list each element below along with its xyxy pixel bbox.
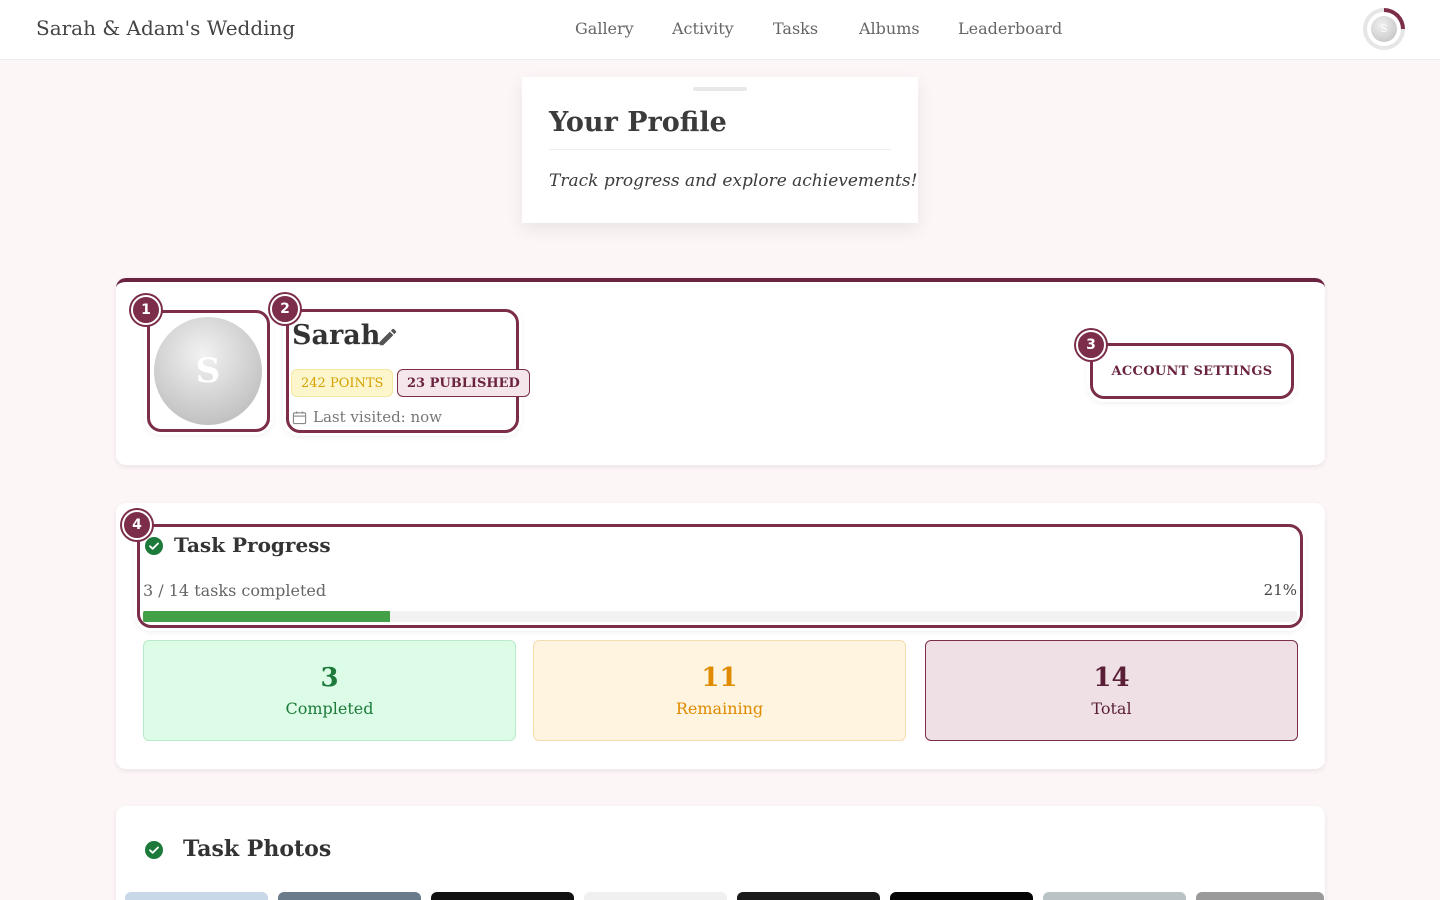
profile-heading-card: Your Profile Track progress and explore … [522, 77, 918, 223]
task-progress-title: Task Progress [174, 533, 331, 557]
stat-total-label: Total [1091, 699, 1132, 718]
published-badge: 23 PUBLISHED [397, 369, 530, 397]
photo-thumbnail[interactable] [278, 892, 421, 900]
stat-remaining: 11 Remaining [533, 640, 906, 741]
page-subtitle: Track progress and explore achievements! [549, 171, 918, 191]
last-visited-text: Last visited: now [313, 408, 443, 426]
last-visited: Last visited: now [292, 408, 442, 426]
marker-2: 2 [270, 294, 300, 324]
photo-thumbnail[interactable] [737, 892, 880, 900]
stat-completed-value: 3 [320, 663, 339, 693]
main-nav: Gallery Activity Tasks Albums Leaderboar… [0, 0, 1440, 60]
points-badge: 242 POINTS [291, 369, 394, 397]
top-navbar: Sarah & Adam's Wedding Gallery Activity … [0, 0, 1440, 60]
photo-thumbnail[interactable] [125, 892, 268, 900]
nav-tasks[interactable]: Tasks [773, 19, 818, 38]
photo-thumbnail[interactable] [1043, 892, 1186, 900]
photo-thumbnail[interactable] [1196, 892, 1324, 900]
profile-avatar[interactable]: S [154, 317, 262, 425]
calendar-icon [292, 410, 307, 424]
stat-completed-label: Completed [285, 699, 374, 718]
card-handle [693, 87, 747, 91]
marker-1: 1 [131, 295, 161, 325]
photo-thumbnail[interactable] [431, 892, 574, 900]
task-photos-title: Task Photos [183, 836, 332, 862]
account-settings-button[interactable]: ACCOUNT SETTINGS [1093, 346, 1291, 396]
check-circle-icon [145, 537, 163, 555]
progress-track [143, 611, 1297, 622]
marker-4: 4 [122, 510, 152, 540]
nav-gallery[interactable]: Gallery [575, 19, 634, 38]
stat-total: 14 Total [925, 640, 1298, 741]
stat-remaining-value: 11 [701, 663, 738, 693]
check-circle-icon [145, 841, 163, 859]
nav-activity[interactable]: Activity [672, 19, 734, 38]
photo-thumbnail[interactable] [584, 892, 727, 900]
tasks-completed-text: 3 / 14 tasks completed [143, 581, 327, 600]
stat-completed: 3 Completed [143, 640, 516, 741]
progress-fill [143, 611, 390, 622]
pencil-icon[interactable] [377, 326, 399, 348]
profile-name: Sarah [292, 320, 381, 351]
user-avatar-ring: S [1367, 12, 1401, 46]
page-title: Your Profile [549, 107, 727, 138]
user-avatar-initial: S [1371, 16, 1397, 42]
photo-thumbnail[interactable] [890, 892, 1033, 900]
nav-leaderboard[interactable]: Leaderboard [958, 19, 1062, 38]
heading-divider [549, 149, 891, 150]
progress-percent: 21% [1263, 581, 1297, 599]
stat-remaining-label: Remaining [675, 699, 764, 718]
nav-albums[interactable]: Albums [859, 19, 920, 38]
user-avatar-button[interactable]: S [1363, 8, 1405, 50]
marker-3: 3 [1076, 330, 1106, 360]
stat-total-value: 14 [1093, 663, 1130, 693]
